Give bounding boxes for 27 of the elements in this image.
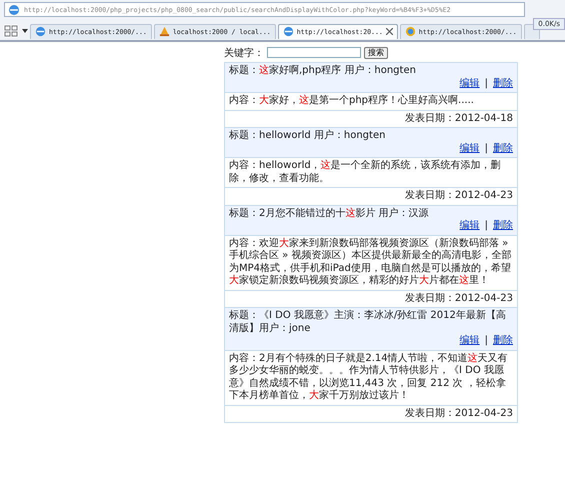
delete-link[interactable]: 删除 — [493, 142, 513, 155]
edit-link[interactable]: 编辑 — [460, 335, 480, 348]
link-separator: | — [484, 335, 488, 348]
post-content: 内容：helloworld，这是一个全新的系统，该系统有添加，删除，修改，查看功能。 — [225, 157, 517, 187]
post-date: 发表日期：2012-04-23 — [225, 404, 517, 422]
circle-icon — [404, 26, 416, 37]
edit-link[interactable]: 编辑 — [460, 78, 480, 90]
post-content: 内容：欢迎大家来到新浪数码部落视频资源区（新浪数码部落 » 手机综合区 » 视频资源区）本区提供最新最全的高清电影，全部为MP4格式，供手机和iPad使用，电脑自然是可以播放的，希望大家锁定新浪数码视频资源区，精彩的好片大片都在这里！ — [225, 234, 517, 290]
link-separator: | — [484, 78, 488, 90]
post-content: 内容：大家好，这是第一个php程序！心里好高兴啊..... — [225, 92, 517, 110]
delete-link[interactable]: 删除 — [493, 220, 513, 232]
delete-link[interactable]: 删除 — [493, 78, 513, 90]
post-title: 标题：《I DO 我愿意》主演：李冰冰/孙红雷 2012年最新【高清版】用户：jone — [229, 310, 507, 334]
post-content: 内容：2月有个特殊的日子就是2.14情人节啦，不知道这天又有多少少女华丽的蜕变。。。作为情人节特供影片，《I DO 我愿意》自然成绩不错，以浏览11,443 次，回复 212 次 ，轻松拿下本月榜单首位，大家千万别放过该片！ — [225, 350, 517, 404]
link-separator: | — [484, 220, 488, 232]
edit-link[interactable]: 编辑 — [460, 142, 480, 155]
link-separator: | — [484, 142, 488, 155]
edit-link[interactable]: 编辑 — [460, 220, 480, 232]
delete-link[interactable]: 删除 — [493, 335, 513, 348]
keyword-label: 关键字： — [224, 46, 264, 60]
post-title: 标题：helloworld 用户：hongten — [229, 130, 386, 142]
search-button[interactable]: 搜索 — [364, 46, 388, 58]
dropdown-icon[interactable] — [22, 29, 28, 33]
post-title: 标题：这家好啊,php程序 用户：hongten — [229, 65, 417, 78]
post-title: 标题：2月您不能错过的十这影片 用户：汉源 — [229, 208, 430, 220]
close-icon[interactable] — [386, 28, 393, 35]
keyword-field[interactable] — [267, 47, 361, 58]
